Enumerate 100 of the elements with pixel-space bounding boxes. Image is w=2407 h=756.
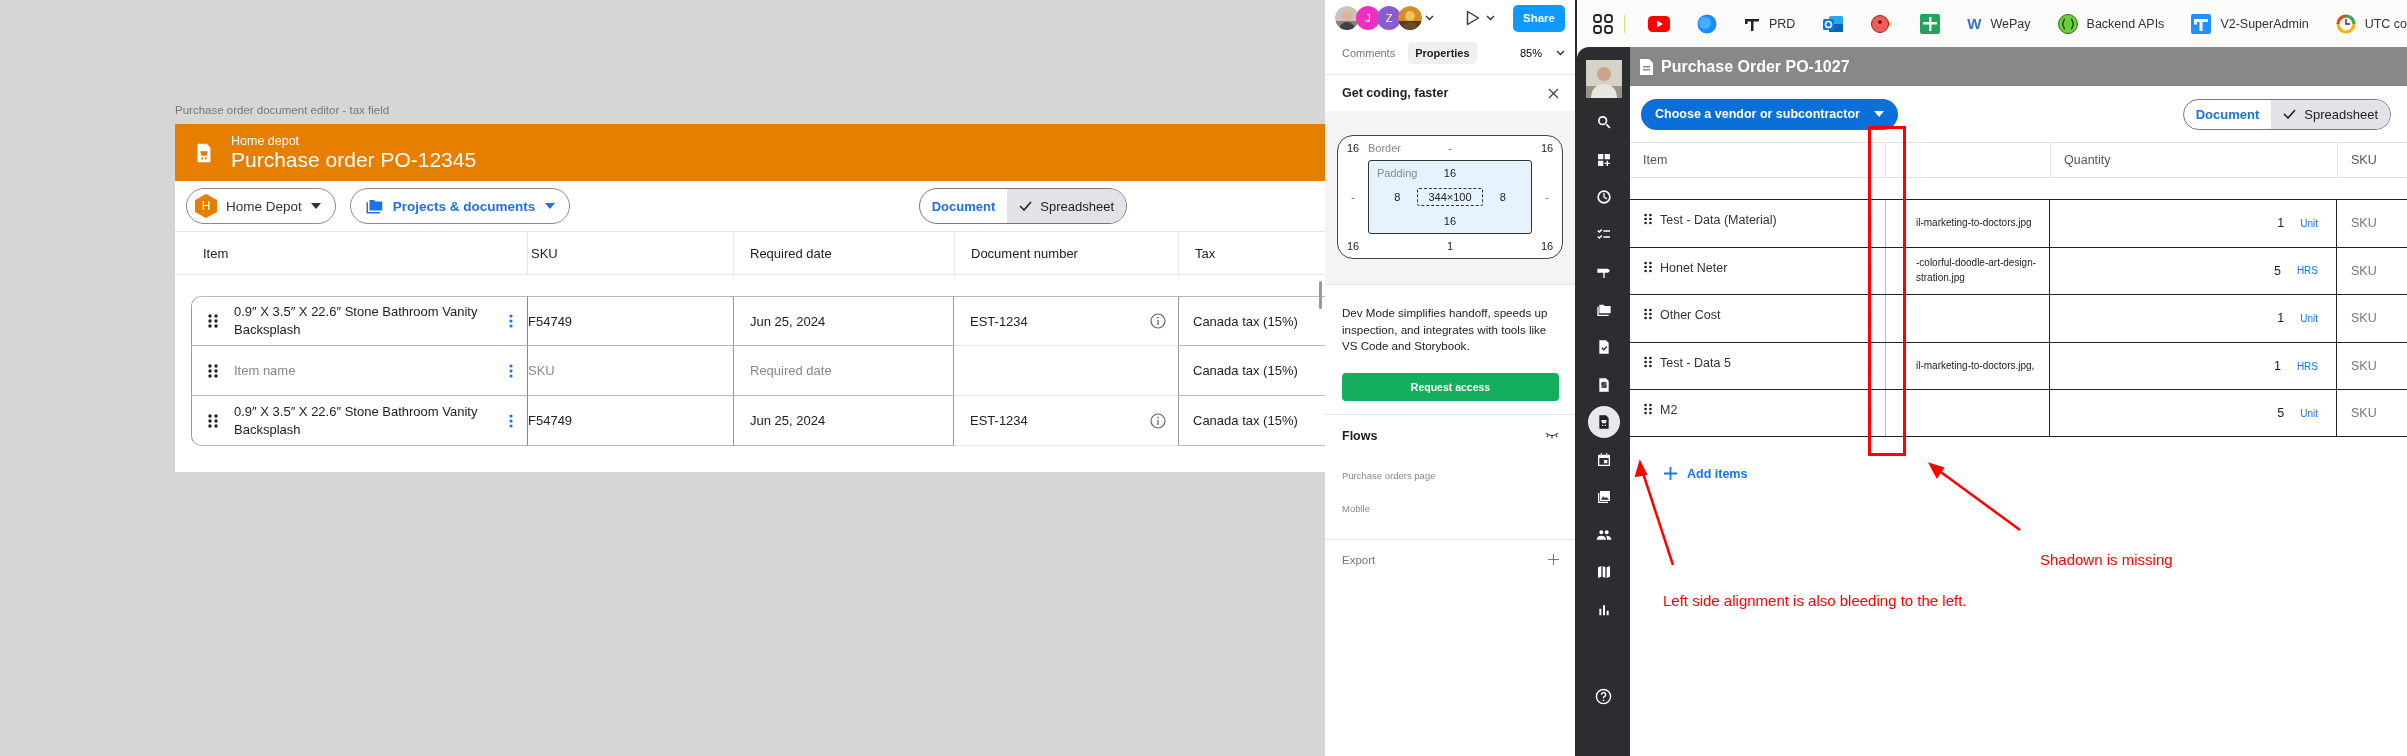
- promo-text: Dev Mode simplifies handoff, speeds up inspection, and integrates with tools like VS Code and Storybook.: [1342, 305, 1549, 354]
- check-icon: [1019, 201, 1033, 211]
- flow-link[interactable]: Mobile: [1342, 502, 1559, 523]
- bookmark-link[interactable]: UTC co: [2335, 13, 2407, 34]
- circle-logo-icon: [1696, 13, 1717, 34]
- item-cell[interactable]: Item name: [191, 346, 527, 396]
- date-cell[interactable]: Jun 25, 2024: [733, 296, 954, 346]
- drag-handle-icon[interactable]: [1644, 260, 1652, 273]
- item-cell[interactable]: Test - Data (Material): [1630, 200, 1885, 247]
- info-icon[interactable]: [1150, 313, 1166, 329]
- panel-tab[interactable]: Properties: [1408, 42, 1477, 64]
- drag-handle-icon[interactable]: [1644, 308, 1652, 321]
- attachment-cell[interactable]: il-marketing-to-doctors.jpg: [1885, 200, 2050, 247]
- border-value: -: [1545, 191, 1549, 203]
- placeholder-text: SKU: [2351, 359, 2377, 374]
- plus-icon[interactable]: [1548, 554, 1559, 565]
- bookmark-link[interactable]: PRD: [1743, 15, 1796, 32]
- bookmark-link[interactable]: [1871, 13, 1894, 34]
- zoom-dropdown[interactable]: 85%: [1519, 47, 1565, 59]
- bookmark-link[interactable]: Backend APIs: [2057, 13, 2165, 34]
- annotation-text: Left side alignment is also bleeding to the left.: [1663, 592, 1967, 609]
- section-title: Export: [1342, 553, 1376, 566]
- drag-handle-icon[interactable]: [1644, 355, 1652, 368]
- quantity-value: 1: [2277, 216, 2285, 231]
- unit-link[interactable]: Unit: [2300, 217, 2318, 229]
- section-title: Flows: [1342, 428, 1378, 443]
- item-cell[interactable]: Honet Neter: [1630, 247, 1885, 295]
- quantity-cell[interactable]: 1 Unit: [2050, 295, 2337, 342]
- play-logo-icon: [1647, 15, 1670, 32]
- attachment-cell[interactable]: -colorful-doodle-art-design- stration.jpg: [1885, 247, 2050, 295]
- bookmark-link[interactable]: V2-SuperAdmin: [2191, 13, 2309, 34]
- attachment-cell[interactable]: [1885, 390, 2050, 436]
- item-cell[interactable]: Other Cost: [1630, 295, 1885, 342]
- padding-value: 16: [1443, 167, 1457, 179]
- nav-button[interactable]: [1587, 406, 1620, 438]
- scrollbar[interactable]: [1319, 281, 1322, 309]
- panel-tab[interactable]: Comments: [1335, 42, 1403, 64]
- quantity-cell[interactable]: 5 HRS: [2050, 247, 2337, 295]
- table-cell: EST-1234: [970, 313, 1028, 329]
- annotation-text: Shadown is missing: [2040, 551, 2173, 568]
- column-header: Document number: [954, 232, 1178, 274]
- column-header: Quantity: [2050, 143, 2337, 177]
- date-cell[interactable]: Required date: [733, 346, 954, 396]
- sku-cell[interactable]: F54749: [527, 296, 733, 346]
- caret-icon: [310, 203, 321, 209]
- chevron-down-icon[interactable]: [1425, 15, 1434, 21]
- folder-icon: [364, 198, 383, 214]
- placeholder-text: Required date: [750, 363, 832, 378]
- table-cell-text: Canada tax (15%): [1193, 313, 1298, 329]
- border-value: -: [1448, 142, 1452, 154]
- placeholder-text: SKU: [2351, 311, 2377, 326]
- bookmark-link[interactable]: [1593, 13, 1613, 34]
- item-cell[interactable]: 0.9″ X 3.5″ X 22.6″ Stone Bathroom Vanity Backsplash: [191, 396, 527, 446]
- document-cell[interactable]: EST-1234: [954, 396, 1178, 446]
- placeholder-text: SKU: [528, 363, 555, 378]
- quantity-cell[interactable]: 5 Unit: [2050, 390, 2337, 436]
- sku-cell[interactable]: SKU: [527, 346, 733, 396]
- unit-link[interactable]: Unit: [2300, 313, 2318, 324]
- chevron-down-icon: [1556, 50, 1565, 56]
- unit-link[interactable]: Unit: [2300, 407, 2318, 419]
- view-option[interactable]: Spreadsheet: [1007, 189, 1126, 223]
- user-avatar: J: [1356, 6, 1380, 30]
- view-option[interactable]: Document: [919, 189, 1008, 223]
- radius-value: 16: [1346, 142, 1360, 154]
- item-cell[interactable]: Test - Data 5: [1630, 342, 1885, 390]
- item-name: Other Cost: [1660, 308, 1721, 323]
- view-option[interactable]: Spreadsheet: [2271, 99, 2390, 129]
- flow-link[interactable]: Purchase orders page: [1342, 469, 1559, 490]
- info-icon[interactable]: [1150, 412, 1166, 429]
- view-option[interactable]: Document: [2183, 99, 2272, 129]
- page-title: Purchase order PO-12345: [231, 147, 477, 172]
- date-cell[interactable]: Jun 25, 2024: [733, 396, 954, 446]
- unit-link[interactable]: HRS: [2296, 360, 2318, 372]
- item-cell[interactable]: 0.9″ X 3.5″ X 22.6″ Stone Bathroom Vanity Backsplash: [191, 296, 527, 346]
- vendor-dropdown[interactable]: Choose a vendor or subcontractor: [1641, 98, 1898, 130]
- check-icon: [2283, 109, 2297, 119]
- radius-value: 16: [1540, 240, 1554, 252]
- border-value: 1: [1446, 240, 1454, 252]
- play-icon[interactable]: [1466, 10, 1480, 26]
- padding-value: 16: [1443, 215, 1457, 227]
- unit-link[interactable]: HRS: [2296, 265, 2318, 277]
- sku-cell[interactable]: F54749: [527, 396, 733, 446]
- quantity-cell[interactable]: 1 HRS: [2050, 342, 2337, 390]
- attachment-cell[interactable]: il-marketing-to-doctors.jpg,: [1885, 342, 2050, 390]
- help-icon: [1595, 687, 1612, 705]
- page-title: Purchase Order PO-1027: [1661, 57, 1850, 76]
- drag-handle-icon[interactable]: [1644, 403, 1652, 416]
- eye-closed-icon[interactable]: [1545, 432, 1559, 439]
- attachment-cell[interactable]: [1885, 295, 2050, 342]
- document-cell[interactable]: EST-1234: [954, 296, 1178, 346]
- bookmark-link[interactable]: W WePay: [1967, 15, 2031, 32]
- drag-handle-icon[interactable]: [1644, 213, 1652, 225]
- chevron-down-icon[interactable]: [1486, 15, 1495, 21]
- caret-icon: [1874, 111, 1884, 117]
- quantity-cell[interactable]: 1 Unit: [2050, 200, 2337, 247]
- column-header: SKU: [2337, 143, 2407, 177]
- vendor-name: Home depot: [231, 133, 301, 148]
- add-items-button[interactable]: Add items: [1664, 466, 1748, 481]
- item-cell[interactable]: M2: [1630, 390, 1885, 436]
- close-icon[interactable]: [1548, 87, 1559, 99]
